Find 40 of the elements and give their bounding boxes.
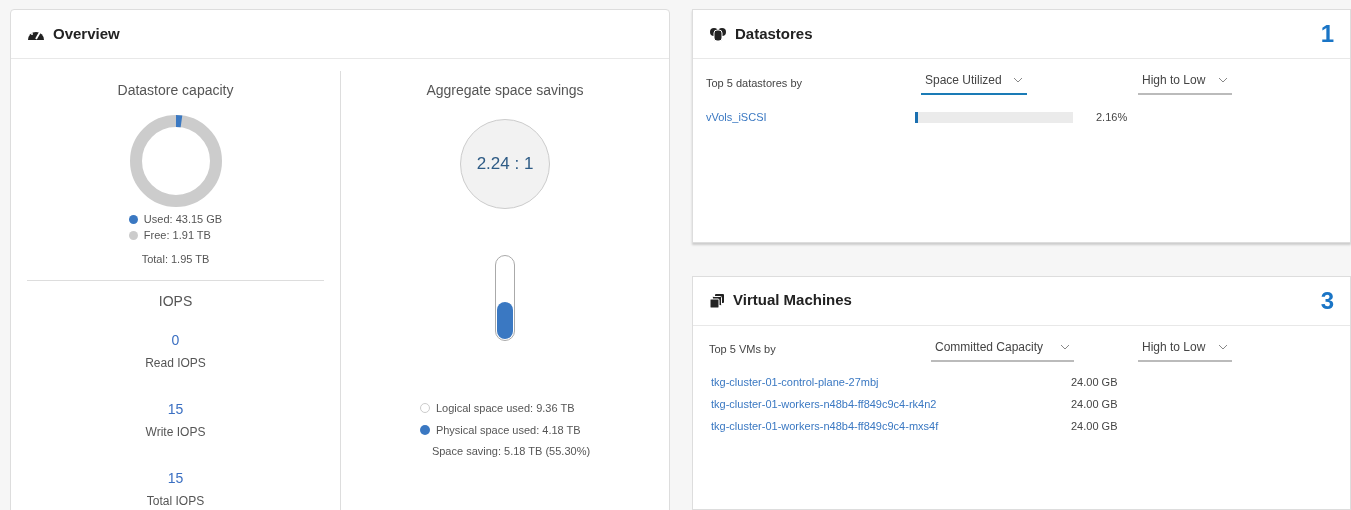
saving-label: Space saving: 5.18 TB (55.30%) xyxy=(431,444,591,459)
item-count: 3 xyxy=(1320,285,1334,316)
copy-icon xyxy=(709,292,725,309)
total-label: Total: 1.95 TB xyxy=(141,252,210,267)
database-icon xyxy=(709,26,727,42)
item-count: 1 xyxy=(1320,19,1334,49)
caret-icon xyxy=(1218,343,1228,350)
caret-icon xyxy=(1013,77,1023,83)
section-title: Datastore capacity xyxy=(117,81,234,100)
vm-link[interactable]: tkg-cluster-01-workers-n48b4-ff849c9c4-mxs4f xyxy=(711,418,1071,435)
usage-percent: 2.16% xyxy=(1096,110,1128,125)
sort-dropdown[interactable]: Committed Capacity xyxy=(931,337,1074,362)
sort-label: Top 5 datastores by xyxy=(706,75,803,91)
vm-capacity: 24.00 GB xyxy=(1071,375,1118,391)
iops-label: Total IOPS xyxy=(146,492,205,510)
iops-value: 0 xyxy=(171,330,180,350)
card-title: Overview xyxy=(53,23,120,44)
legend-label: Physical space used: 4.18 TB xyxy=(435,422,581,438)
card-title: Datastores xyxy=(735,23,813,44)
vm-capacity: 24.00 GB xyxy=(1071,419,1118,435)
vm-link[interactable]: tkg-cluster-01-control-plane-27mbj xyxy=(711,374,1071,391)
datastore-link[interactable]: vVols_iSCSI xyxy=(706,109,915,126)
sort-dropdown[interactable]: High to Low xyxy=(1138,71,1232,95)
caret-icon xyxy=(1218,77,1228,83)
caret-icon xyxy=(1060,343,1070,350)
iops-label: Read IOPS xyxy=(145,354,206,372)
iops-value: 15 xyxy=(167,468,184,488)
legend-label: Free: 1.91 TB xyxy=(143,227,211,243)
section-title: IOPS xyxy=(158,291,193,311)
legend-label: Logical space used: 9.36 TB xyxy=(435,400,575,416)
iops-value: 15 xyxy=(167,399,184,419)
legend-label: Used: 43.15 GB xyxy=(143,211,223,227)
vm-link[interactable]: tkg-cluster-01-workers-n48b4-ff849c9c4-rk4n2 xyxy=(711,396,1071,413)
sort-dropdown[interactable]: Space Utilized xyxy=(921,71,1027,95)
card-title: Virtual Machines xyxy=(733,290,852,311)
vm-capacity: 24.00 GB xyxy=(1071,397,1118,413)
sort-label: Top 5 VMs by xyxy=(709,342,777,358)
section-title: Aggregate space savings xyxy=(426,81,584,100)
sort-dropdown[interactable]: High to Low xyxy=(1138,337,1232,362)
iops-label: Write IOPS xyxy=(145,423,206,441)
